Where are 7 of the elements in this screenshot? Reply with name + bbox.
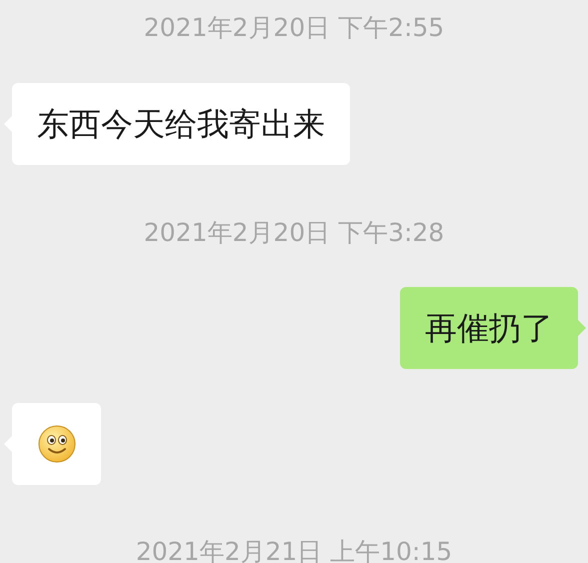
message-bubble: 再催扔了: [400, 287, 578, 369]
timestamp: 2021年2月20日 下午3:28: [144, 217, 444, 249]
timestamp: 2021年2月21日 上午10:15: [136, 536, 452, 563]
timestamp: 2021年2月20日 下午2:55: [144, 12, 444, 44]
message-bubble: 东西今天给我寄出来: [12, 83, 350, 165]
bubble-tail: [578, 320, 586, 336]
smiley-icon: [38, 425, 76, 463]
